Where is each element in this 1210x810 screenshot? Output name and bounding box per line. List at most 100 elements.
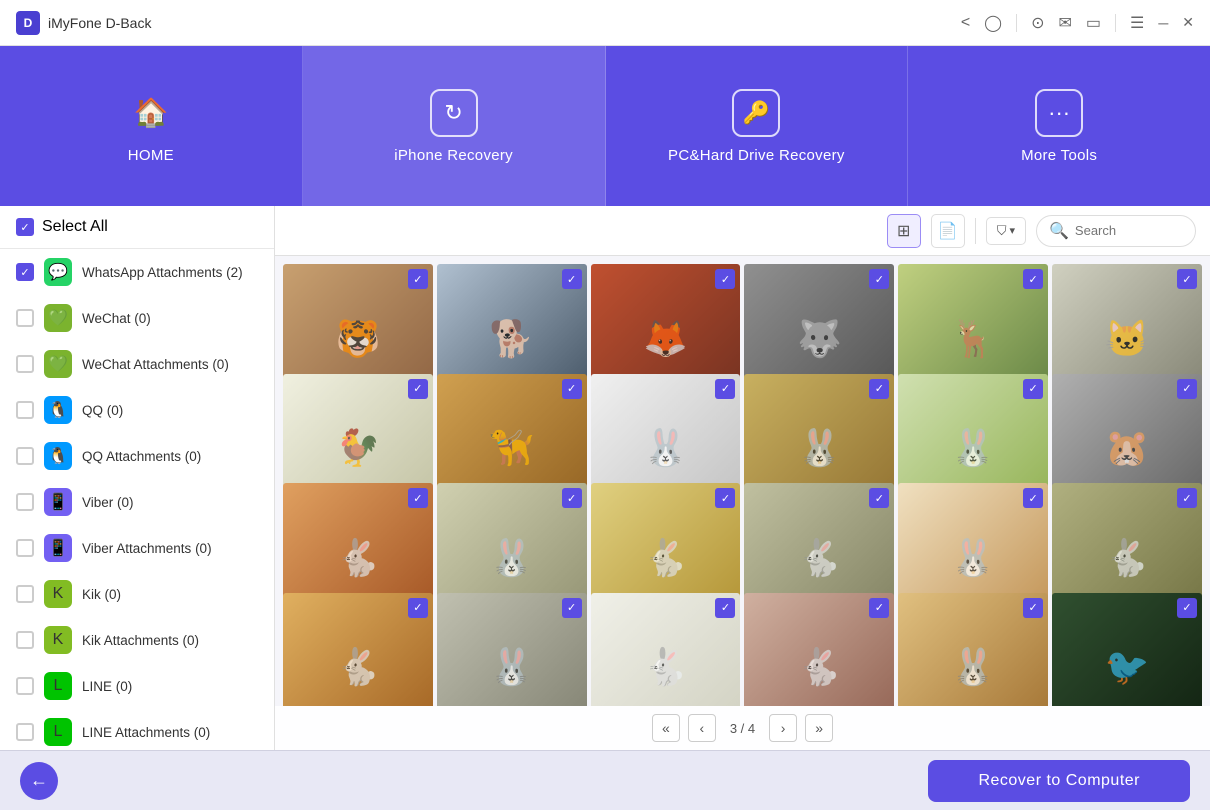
- icon-kik: K: [44, 580, 72, 608]
- photo-checkbox-18[interactable]: ✓: [1177, 488, 1197, 508]
- checkbox-wechat-attachments[interactable]: [16, 355, 34, 373]
- sidebar-item-viber[interactable]: 📱 Viber (0): [0, 479, 274, 525]
- minimize-button[interactable]: ─: [1158, 15, 1168, 31]
- sidebar-item-kik-attachments[interactable]: K Kik Attachments (0): [0, 617, 274, 663]
- select-all-checkbox[interactable]: ✓: [16, 218, 34, 236]
- photo-checkbox-19[interactable]: ✓: [408, 598, 428, 618]
- animal-emoji-17: 🐰: [951, 537, 996, 579]
- photo-cell-24[interactable]: 🐦 ✓: [1052, 593, 1202, 707]
- sidebar: ✓ Select All ✓ 💬 WhatsApp Attachments (2…: [0, 206, 275, 750]
- icon-viber-attachments: 📱: [44, 534, 72, 562]
- filter-label: ▾: [1009, 224, 1015, 237]
- search-box[interactable]: 🔍: [1036, 215, 1196, 247]
- photo-checkbox-16[interactable]: ✓: [869, 488, 889, 508]
- photo-checkbox-15[interactable]: ✓: [715, 488, 735, 508]
- icon-viber: 📱: [44, 488, 72, 516]
- checkbox-qq-attachments[interactable]: [16, 447, 34, 465]
- checkbox-line-attachments[interactable]: [16, 723, 34, 741]
- photo-cell-20[interactable]: 🐰 ✓: [437, 593, 587, 707]
- nav-iphone-recovery[interactable]: ↻ iPhone Recovery: [303, 46, 606, 206]
- photo-checkbox-10[interactable]: ✓: [869, 379, 889, 399]
- checkbox-whatsapp-attachments[interactable]: ✓: [16, 263, 34, 281]
- nav-more-tools[interactable]: ··· More Tools: [908, 46, 1210, 206]
- sidebar-item-qq-attachments[interactable]: 🐧 QQ Attachments (0): [0, 433, 274, 479]
- search-icon: 🔍: [1049, 221, 1069, 241]
- icon-whatsapp-attachments: 💬: [44, 258, 72, 286]
- checkbox-qq[interactable]: [16, 401, 34, 419]
- sidebar-item-line-attachments[interactable]: L LINE Attachments (0): [0, 709, 274, 750]
- animal-emoji-1: 🐯: [335, 318, 380, 360]
- photo-checkbox-5[interactable]: ✓: [1023, 269, 1043, 289]
- photo-checkbox-7[interactable]: ✓: [408, 379, 428, 399]
- icon-kik-attachments: K: [44, 626, 72, 654]
- sidebar-item-viber-attachments[interactable]: 📱 Viber Attachments (0): [0, 525, 274, 571]
- grid-view-button[interactable]: ⊞: [887, 214, 921, 248]
- next-page-button[interactable]: ›: [769, 714, 797, 742]
- prev-page-button[interactable]: ‹: [688, 714, 716, 742]
- back-button[interactable]: ←: [20, 762, 58, 800]
- label-kik-attachments: Kik Attachments (0): [82, 633, 199, 648]
- first-page-button[interactable]: «: [652, 714, 680, 742]
- animal-emoji-21: 🐇: [643, 646, 688, 688]
- last-page-button[interactable]: »: [805, 714, 833, 742]
- photo-checkbox-6[interactable]: ✓: [1177, 269, 1197, 289]
- checkbox-kik[interactable]: [16, 585, 34, 603]
- photo-checkbox-9[interactable]: ✓: [715, 379, 735, 399]
- animal-emoji-8: 🦮: [489, 427, 534, 469]
- menu-icon[interactable]: ☰: [1130, 13, 1144, 33]
- app-logo: D: [16, 11, 40, 35]
- chat-icon[interactable]: ▭: [1086, 13, 1101, 33]
- photo-checkbox-22[interactable]: ✓: [869, 598, 889, 618]
- checkbox-viber-attachments[interactable]: [16, 539, 34, 557]
- photo-checkbox-1[interactable]: ✓: [408, 269, 428, 289]
- label-line-attachments: LINE Attachments (0): [82, 725, 210, 740]
- photo-checkbox-4[interactable]: ✓: [869, 269, 889, 289]
- photo-cell-22[interactable]: 🐇 ✓: [744, 593, 894, 707]
- photo-cell-23[interactable]: 🐰 ✓: [898, 593, 1048, 707]
- photo-checkbox-23[interactable]: ✓: [1023, 598, 1043, 618]
- recover-button[interactable]: Recover to Computer: [928, 760, 1190, 802]
- photo-checkbox-17[interactable]: ✓: [1023, 488, 1043, 508]
- photo-checkbox-24[interactable]: ✓: [1177, 598, 1197, 618]
- mail-icon[interactable]: ✉: [1058, 13, 1071, 33]
- photo-checkbox-8[interactable]: ✓: [562, 379, 582, 399]
- share-icon[interactable]: <: [961, 14, 970, 32]
- list-view-button[interactable]: 📄: [931, 214, 965, 248]
- photo-checkbox-2[interactable]: ✓: [562, 269, 582, 289]
- sidebar-item-wechat-attachments[interactable]: 💚 WeChat Attachments (0): [0, 341, 274, 387]
- sidebar-item-line[interactable]: L LINE (0): [0, 663, 274, 709]
- sidebar-item-qq[interactable]: 🐧 QQ (0): [0, 387, 274, 433]
- photo-checkbox-20[interactable]: ✓: [562, 598, 582, 618]
- checkbox-kik-attachments[interactable]: [16, 631, 34, 649]
- checkbox-viber[interactable]: [16, 493, 34, 511]
- user-icon[interactable]: ◯: [984, 13, 1002, 33]
- sidebar-item-whatsapp-attachments[interactable]: ✓ 💬 WhatsApp Attachments (2): [0, 249, 274, 295]
- label-qq-attachments: QQ Attachments (0): [82, 449, 201, 464]
- toolbar: ⊞ 📄 ⛉ ▾ 🔍: [275, 206, 1210, 256]
- photo-checkbox-21[interactable]: ✓: [715, 598, 735, 618]
- checkbox-wechat[interactable]: [16, 309, 34, 327]
- photo-checkbox-14[interactable]: ✓: [562, 488, 582, 508]
- location-icon[interactable]: ⊙: [1031, 13, 1044, 33]
- home-icon: 🏠: [127, 89, 175, 137]
- photo-cell-21[interactable]: 🐇 ✓: [591, 593, 741, 707]
- photo-checkbox-12[interactable]: ✓: [1177, 379, 1197, 399]
- nav-home[interactable]: 🏠 HOME: [0, 46, 303, 206]
- filter-button[interactable]: ⛉ ▾: [986, 217, 1026, 245]
- photo-checkbox-3[interactable]: ✓: [715, 269, 735, 289]
- checkbox-line[interactable]: [16, 677, 34, 695]
- sidebar-item-kik[interactable]: K Kik (0): [0, 571, 274, 617]
- sidebar-item-wechat[interactable]: 💚 WeChat (0): [0, 295, 274, 341]
- nav-pc-label: PC&Hard Drive Recovery: [668, 147, 845, 164]
- photo-checkbox-11[interactable]: ✓: [1023, 379, 1043, 399]
- icon-qq: 🐧: [44, 396, 72, 424]
- photo-checkbox-13[interactable]: ✓: [408, 488, 428, 508]
- label-line: LINE (0): [82, 679, 132, 694]
- photo-cell-19[interactable]: 🐇 ✓: [283, 593, 433, 707]
- search-input[interactable]: [1075, 223, 1183, 238]
- nav-pc-hard-drive[interactable]: 🔑 PC&Hard Drive Recovery: [606, 46, 909, 206]
- titlebar-controls: < ◯ ⊙ ✉ ▭ ☰ ─ ✕: [961, 13, 1194, 33]
- main-area: ✓ Select All ✓ 💬 WhatsApp Attachments (2…: [0, 206, 1210, 750]
- select-all-row[interactable]: ✓ Select All: [0, 206, 274, 249]
- close-button[interactable]: ✕: [1182, 14, 1194, 31]
